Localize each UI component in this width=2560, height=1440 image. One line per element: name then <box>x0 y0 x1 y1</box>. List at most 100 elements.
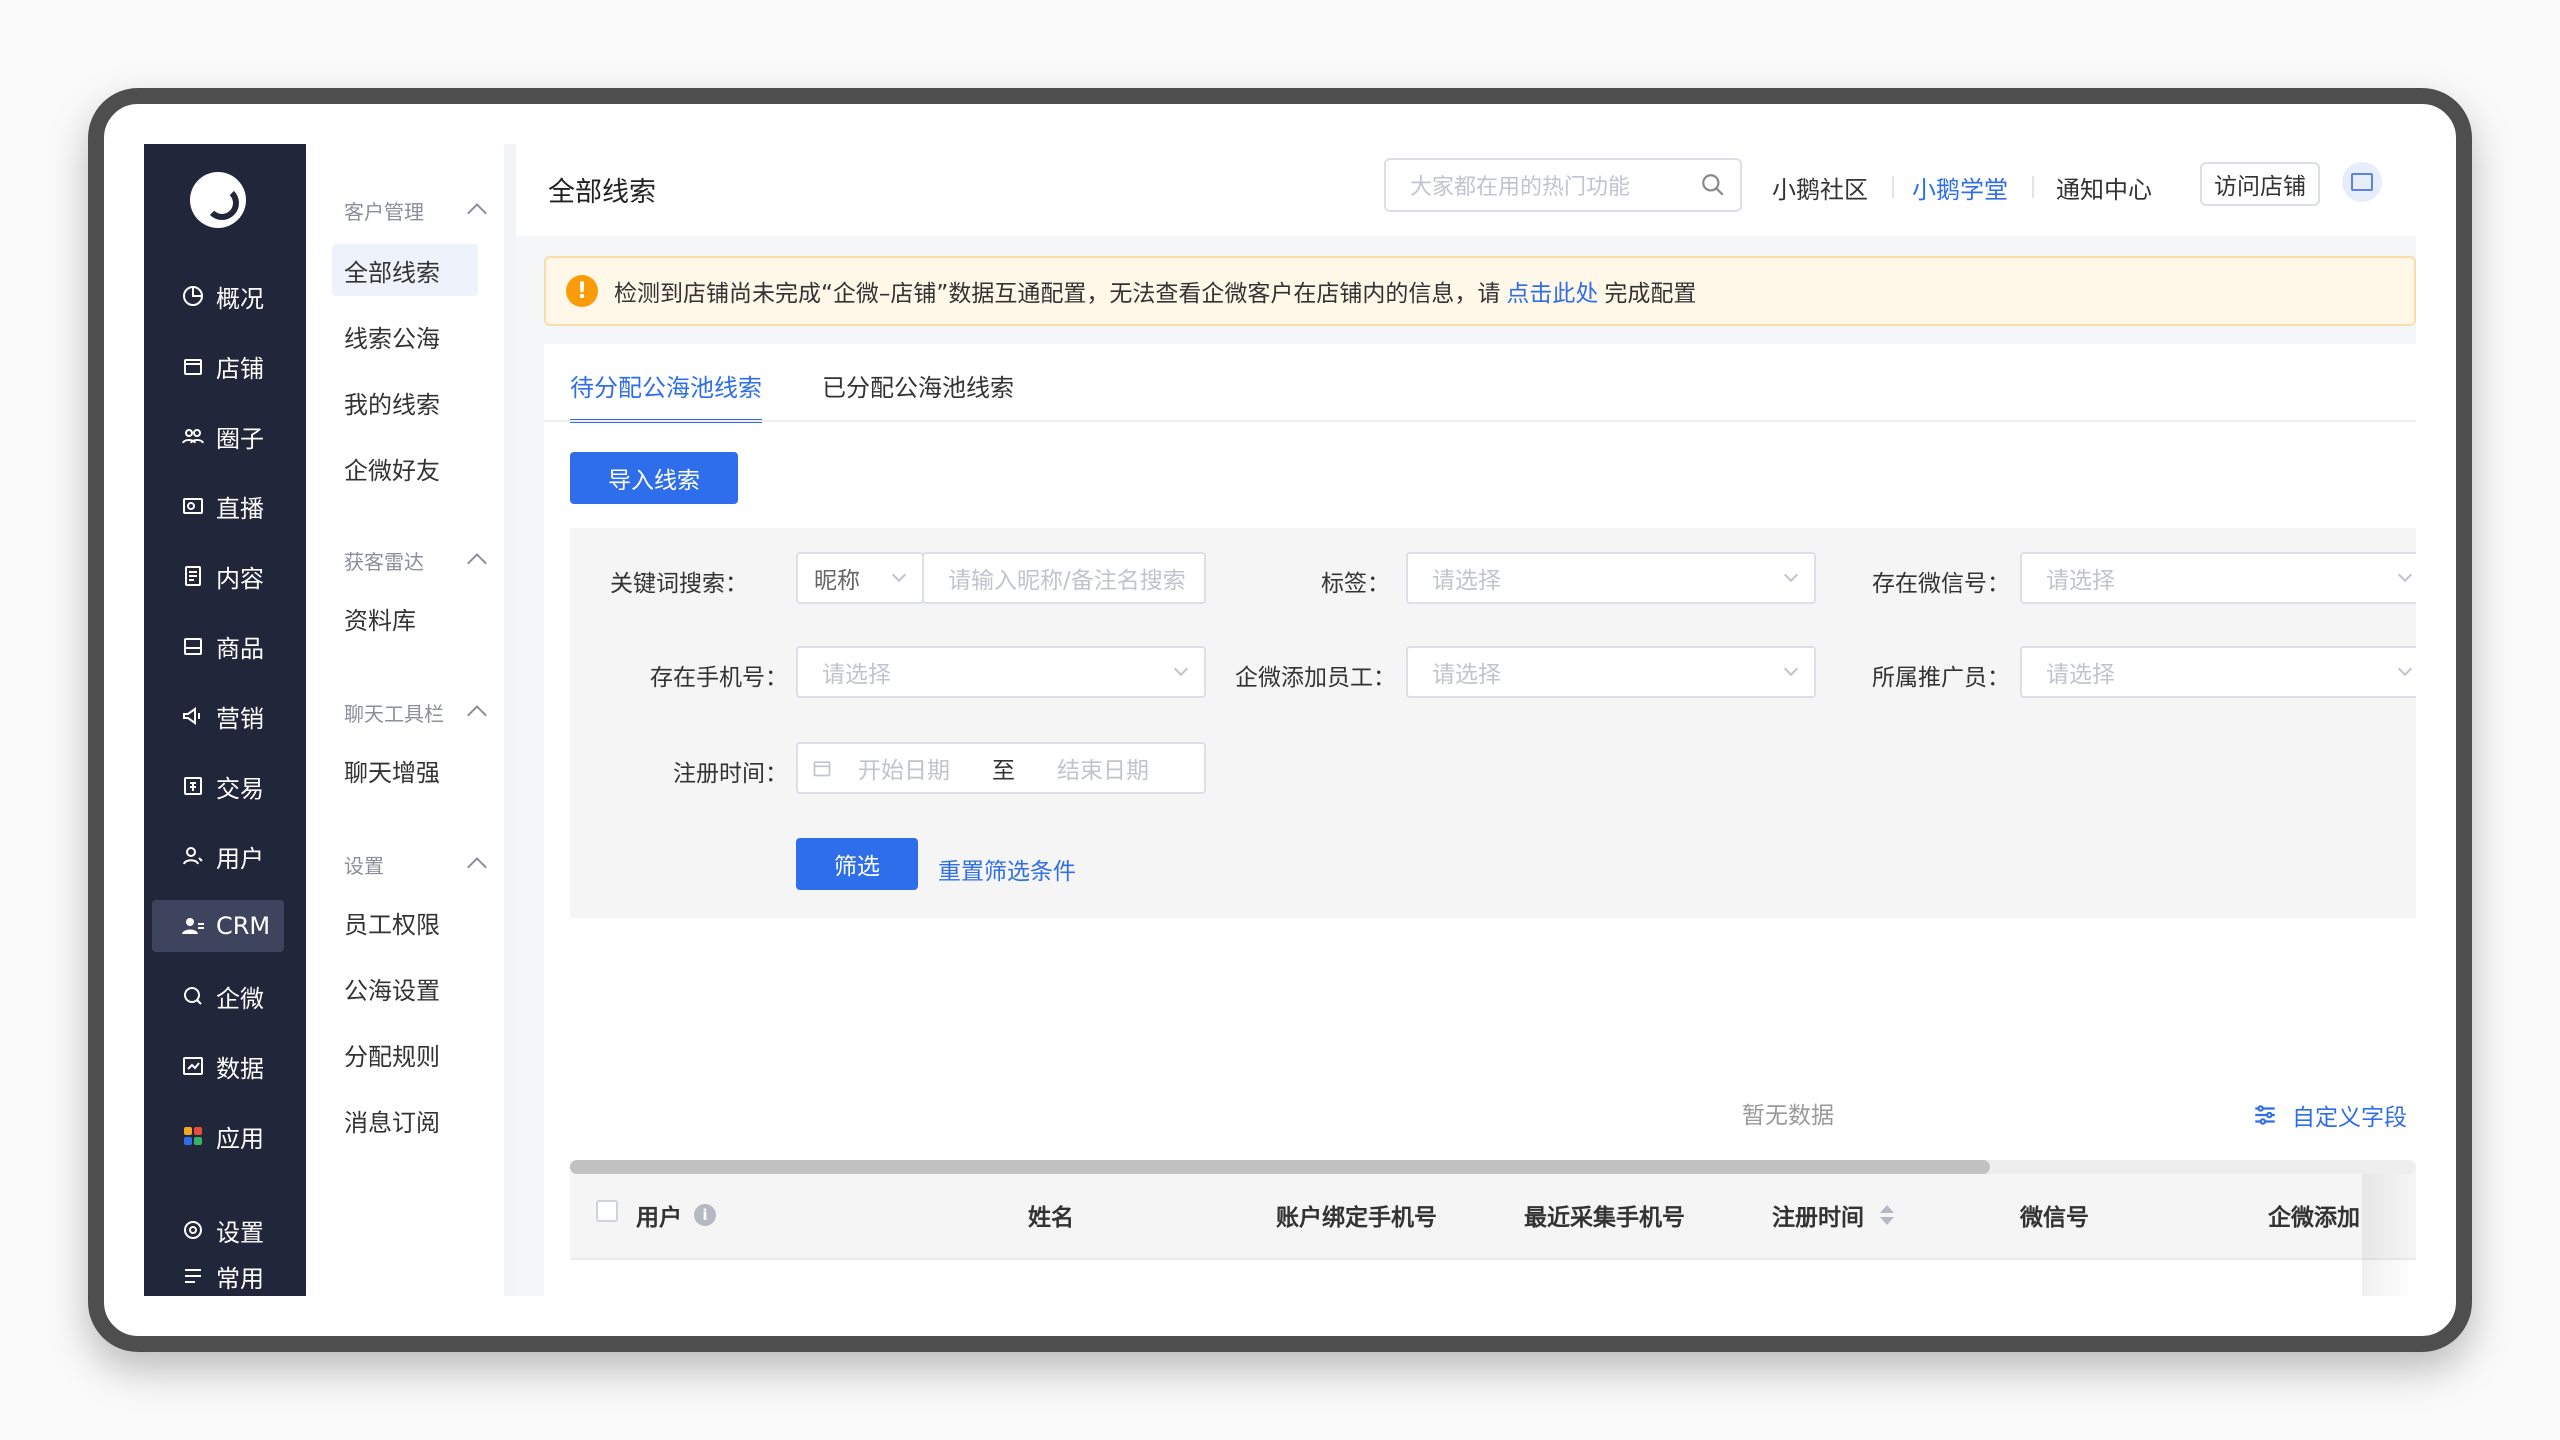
subnav-item-staff-permissions[interactable]: 员工权限 <box>332 896 478 948</box>
start-date-input[interactable]: 开始日期 <box>858 751 950 785</box>
chevron-up-icon <box>467 203 487 223</box>
nav-item-wecom[interactable]: 企微 <box>152 970 284 1022</box>
keyword-input[interactable]: 请输入昵称/备注名搜索 <box>922 552 1206 604</box>
import-leads-button[interactable]: 导入线索 <box>570 452 738 504</box>
subnav-item-message-subscription[interactable]: 消息订阅 <box>332 1094 478 1146</box>
secondary-nav: 客户管理 全部线索 线索公海 我的线索 企微好友 获客雷达 资料库 聊天工具栏 … <box>306 144 516 1296</box>
end-date-input[interactable]: 结束日期 <box>1057 751 1149 785</box>
info-icon[interactable]: i <box>694 1204 716 1226</box>
alert-text-suffix: 完成配置 <box>1604 281 1697 307</box>
phone-select[interactable]: 请选择 <box>796 646 1206 698</box>
calendar-icon <box>813 761 831 777</box>
header-divider <box>1892 176 1894 198</box>
subnav-group-radar[interactable]: 获客雷达 <box>344 546 487 574</box>
subnav-item-pool-settings[interactable]: 公海设置 <box>332 962 478 1014</box>
nav-item-settings[interactable]: 设置 <box>152 1204 284 1256</box>
brand-logo-icon[interactable] <box>190 172 246 228</box>
subnav-group-settings[interactable]: 设置 <box>344 850 487 878</box>
reset-filters-link[interactable]: 重置筛选条件 <box>938 852 1076 886</box>
subnav-item-wecom-friends[interactable]: 企微好友 <box>332 442 478 494</box>
staff-select[interactable]: 请选择 <box>1406 646 1816 698</box>
nav-item-overview[interactable]: 概况 <box>152 270 284 322</box>
promoter-label: 所属推广员： <box>1872 665 2010 691</box>
nav-item-community[interactable]: 圈子 <box>152 410 284 462</box>
column-register-time[interactable]: 注册时间 <box>1772 1198 1894 1232</box>
chevron-down-icon <box>2397 661 2413 677</box>
tag-select[interactable]: 请选择 <box>1406 552 1816 604</box>
chevron-down-icon <box>2397 567 2413 583</box>
register-date-range[interactable]: 开始日期 至 结束日期 <box>796 742 1206 794</box>
subnav-item-all-leads[interactable]: 全部线索 <box>332 244 478 296</box>
nav-item-label: 内容 <box>216 564 264 593</box>
promoter-select[interactable]: 请选择 <box>2020 646 2416 698</box>
header-divider <box>2032 176 2034 198</box>
sliders-icon <box>2255 1105 2275 1125</box>
marketing-icon <box>180 703 206 729</box>
empty-state-text: 暂无数据 <box>1742 1103 1834 1129</box>
tab-unassigned-leads[interactable]: 待分配公海池线索 <box>570 368 762 423</box>
select-all-checkbox[interactable] <box>596 1200 618 1222</box>
keyword-type-select[interactable]: 昵称 <box>796 552 924 604</box>
staff-label: 企微添加员工： <box>1235 665 1396 691</box>
dashboard-icon <box>180 283 206 309</box>
wechat-id-select[interactable]: 请选择 <box>2020 552 2416 604</box>
search-icon[interactable] <box>1700 172 1726 198</box>
subnav-group-customer[interactable]: 客户管理 <box>344 196 487 224</box>
content-icon <box>180 563 206 589</box>
chevron-down-icon <box>1783 661 1799 677</box>
nav-item-content[interactable]: 内容 <box>152 550 284 602</box>
filter-button[interactable]: 筛选 <box>796 838 918 890</box>
community-link[interactable]: 小鹅社区 <box>1772 170 1868 205</box>
nav-item-frequent[interactable]: 常用 <box>152 1250 284 1296</box>
goods-icon <box>180 633 206 659</box>
nav-item-goods[interactable]: 商品 <box>152 620 284 672</box>
academy-link[interactable]: 小鹅学堂 <box>1912 170 2008 205</box>
subnav-item-chat-enhance[interactable]: 聊天增强 <box>332 744 478 796</box>
nav-item-live[interactable]: 直播 <box>152 480 284 532</box>
data-icon <box>180 1053 206 1079</box>
column-user: 用户 i <box>636 1198 716 1232</box>
nav-item-label: 商品 <box>216 634 264 663</box>
chevron-up-icon <box>467 857 487 877</box>
notification-center-link[interactable]: 通知中心 <box>2056 170 2152 205</box>
column-wechat-id: 微信号 <box>2020 1205 2089 1231</box>
live-icon <box>180 493 206 519</box>
subnav-item-my-leads[interactable]: 我的线索 <box>332 376 478 428</box>
nav-item-marketing[interactable]: 营销 <box>152 690 284 742</box>
nav-item-label: 数据 <box>216 1054 264 1083</box>
chevron-down-icon <box>1783 567 1799 583</box>
nav-item-label: 营销 <box>216 704 264 733</box>
nav-item-trade[interactable]: 交易 <box>152 760 284 812</box>
nav-item-label: 常用 <box>216 1264 264 1293</box>
store-icon <box>180 353 206 379</box>
visit-store-button[interactable]: 访问店铺 <box>2200 162 2320 206</box>
custom-fields-button[interactable]: 自定义字段 <box>2252 1098 2407 1132</box>
global-search-input[interactable]: 大家都在用的热门功能 <box>1384 158 1742 212</box>
crm-icon <box>180 913 206 939</box>
wecom-icon <box>180 983 206 1009</box>
nav-item-crm[interactable]: CRM <box>152 900 284 952</box>
nav-item-label: 直播 <box>216 494 264 523</box>
tab-assigned-leads[interactable]: 已分配公海池线索 <box>822 368 1014 419</box>
chevron-down-icon <box>891 567 907 583</box>
trade-icon <box>180 773 206 799</box>
chevron-down-icon <box>1173 661 1189 677</box>
subnav-item-assign-rules[interactable]: 分配规则 <box>332 1028 478 1080</box>
subnav-group-chat-toolbar[interactable]: 聊天工具栏 <box>344 698 487 726</box>
nav-item-user[interactable]: 用户 <box>152 830 284 882</box>
subnav-item-library[interactable]: 资料库 <box>332 592 478 644</box>
primary-nav: 概况 店铺 圈子 直播 内容 商品 营销 交易 用户 CRM 企微 数据 应用 … <box>144 144 306 1296</box>
click-here-link[interactable]: 点击此处 <box>1506 274 1598 308</box>
nav-item-label: 概况 <box>216 284 264 313</box>
scrollbar-thumb[interactable] <box>570 1160 1990 1174</box>
column-bound-phone: 账户绑定手机号 <box>1276 1205 1437 1231</box>
main-content: 全部线索 大家都在用的热门功能 小鹅社区 小鹅学堂 通知中心 访问店铺 ! 检测… <box>516 144 2416 1296</box>
avatar[interactable] <box>2342 162 2382 202</box>
nav-item-data[interactable]: 数据 <box>152 1040 284 1092</box>
date-range-separator: 至 <box>992 758 1015 784</box>
alert-text: 检测到店铺尚未完成“企微–店铺”数据互通配置，无法查看企微客户在店铺内的信息，请 <box>614 281 1501 307</box>
nav-item-store[interactable]: 店铺 <box>152 340 284 392</box>
subnav-item-lead-pool[interactable]: 线索公海 <box>332 310 478 362</box>
nav-item-label: 圈子 <box>216 424 264 453</box>
nav-item-apps[interactable]: 应用 <box>152 1110 284 1162</box>
